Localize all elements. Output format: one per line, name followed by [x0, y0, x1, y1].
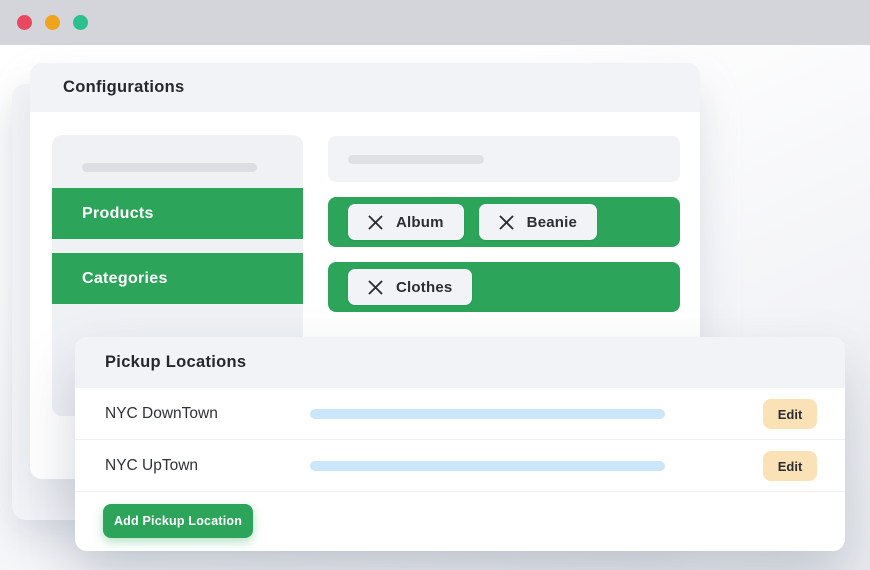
pickup-location-name: NYC UpTown	[105, 456, 199, 474]
pickup-locations-footer: Add Pickup Location	[75, 492, 845, 550]
pickup-locations-card: Pickup Locations NYC DownTown Edit NYC U…	[75, 337, 845, 551]
tag-label: Beanie	[526, 213, 578, 231]
filter-placeholder-box	[328, 136, 680, 182]
products-tag-bar: Album Beanie	[328, 197, 680, 247]
categories-tag-bar: Clothes	[328, 262, 680, 312]
tag-label: Album	[396, 213, 444, 231]
sidebar-skeleton-bar	[82, 163, 257, 172]
tag-chip-album[interactable]: Album	[348, 204, 464, 240]
window-close-dot-icon[interactable]	[17, 15, 32, 30]
pickup-location-name: NYC DownTown	[105, 404, 218, 422]
configurations-header: Configurations	[30, 63, 700, 112]
edit-button[interactable]: Edit	[763, 399, 817, 429]
edit-button[interactable]: Edit	[763, 451, 817, 481]
remove-tag-icon[interactable]	[368, 215, 383, 230]
pickup-locations-header: Pickup Locations	[75, 337, 845, 388]
pickup-location-row: NYC UpTown Edit	[75, 440, 845, 492]
window-maximize-dot-icon[interactable]	[73, 15, 88, 30]
remove-tag-icon[interactable]	[368, 280, 383, 295]
sidebar-item-label: Categories	[82, 269, 168, 287]
configurations-title: Configurations	[63, 78, 185, 96]
add-pickup-location-button[interactable]: Add Pickup Location	[103, 504, 253, 538]
address-placeholder-bar	[310, 461, 665, 471]
pickup-location-row: NYC DownTown Edit	[75, 388, 845, 440]
filter-skeleton-bar	[348, 155, 484, 164]
tag-chip-clothes[interactable]: Clothes	[348, 269, 473, 305]
sidebar-item-categories[interactable]: Categories	[52, 253, 303, 304]
window-title-bar	[0, 0, 870, 45]
sidebar-item-label: Products	[82, 204, 154, 222]
pickup-locations-title: Pickup Locations	[105, 353, 247, 371]
address-placeholder-bar	[310, 409, 665, 419]
window-minimize-dot-icon[interactable]	[45, 15, 60, 30]
tag-chip-beanie[interactable]: Beanie	[478, 204, 598, 240]
remove-tag-icon[interactable]	[499, 215, 514, 230]
tag-label: Clothes	[396, 278, 453, 296]
sidebar-item-products[interactable]: Products	[52, 188, 303, 239]
